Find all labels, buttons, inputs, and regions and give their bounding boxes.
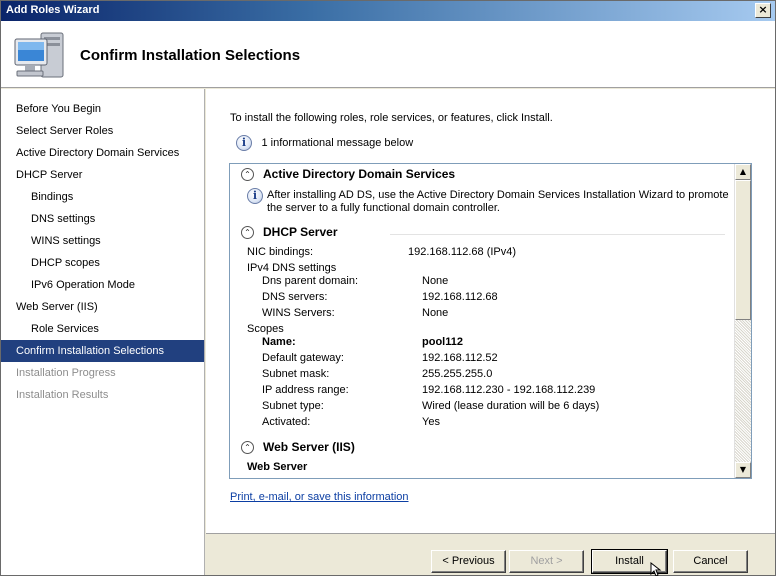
section-header-dhcp: ⌃ DHCP Server bbox=[230, 223, 735, 243]
step-select-server-roles[interactable]: Select Server Roles bbox=[1, 120, 204, 142]
step-dhcp-scopes[interactable]: DHCP scopes bbox=[1, 252, 204, 274]
close-button[interactable]: × bbox=[755, 3, 771, 18]
scroll-thumb[interactable] bbox=[735, 180, 751, 320]
ad-ds-info-icon: i bbox=[247, 188, 263, 204]
scopes-group: Scopes bbox=[247, 323, 284, 335]
previous-button[interactable]: < Previous bbox=[431, 550, 506, 573]
subnet-mask-label: Subnet mask: bbox=[262, 368, 330, 380]
title-bar[interactable]: Add Roles Wizard × bbox=[1, 1, 775, 21]
section-title-iis: Web Server (IIS) bbox=[263, 440, 355, 454]
section-iis: ⌃ Web Server (IIS) bbox=[230, 438, 735, 458]
section-header-iis: ⌃ Web Server (IIS) bbox=[230, 438, 735, 458]
step-installation-results: Installation Results bbox=[16, 389, 109, 401]
dns-servers-label: DNS servers: bbox=[262, 291, 328, 303]
gateway-value: 192.168.112.52 bbox=[422, 352, 498, 364]
server-computer-icon bbox=[14, 32, 64, 78]
scope-name-label: Name: bbox=[262, 336, 296, 348]
main-content: To install the following roles, role ser… bbox=[206, 89, 775, 533]
add-roles-wizard-window: Add Roles Wizard × Confirm Installation … bbox=[0, 0, 776, 576]
wins-servers-value: None bbox=[422, 307, 449, 319]
section-dhcp: ⌃ DHCP Server bbox=[230, 223, 735, 243]
nic-bindings-value: 192.168.112.68 (IPv4) bbox=[408, 246, 517, 258]
step-list: Before You Begin Select Server Roles Act… bbox=[1, 98, 204, 406]
section-header-ad-ds: ⌃ Active Directory Domain Services bbox=[230, 165, 735, 185]
info-icon: i bbox=[236, 135, 252, 151]
collapse-ad-ds-icon[interactable]: ⌃ bbox=[241, 168, 254, 181]
intro-text: To install the following roles, role ser… bbox=[230, 112, 553, 124]
cancel-button[interactable]: Cancel bbox=[673, 550, 748, 573]
vertical-scrollbar[interactable]: ▲ ▼ bbox=[734, 164, 751, 478]
ad-ds-message-line1: After installing AD DS, use the Active D… bbox=[267, 189, 729, 201]
section-title-dhcp: DHCP Server bbox=[263, 225, 338, 239]
window-title: Add Roles Wizard bbox=[6, 4, 100, 16]
scroll-up-button[interactable]: ▲ bbox=[735, 164, 751, 180]
wins-servers-label: WINS Servers: bbox=[262, 307, 335, 319]
page-heading: Confirm Installation Selections bbox=[80, 47, 301, 64]
wizard-step-sidebar: Before You Begin Select Server Roles Act… bbox=[1, 89, 205, 575]
wizard-footer: < Previous Next > Install Cancel bbox=[206, 533, 775, 575]
scroll-track[interactable] bbox=[735, 320, 751, 462]
subnet-type-label: Subnet type: bbox=[262, 400, 324, 412]
wizard-header: Confirm Installation Selections bbox=[1, 21, 775, 88]
step-role-services[interactable]: Role Services bbox=[1, 318, 204, 340]
step-web-server-iis[interactable]: Web Server (IIS) bbox=[1, 296, 204, 318]
activated-value: Yes bbox=[422, 416, 440, 428]
info-count-text: 1 informational message below bbox=[261, 137, 414, 149]
subnet-mask-value: 255.255.255.0 bbox=[422, 368, 493, 380]
scroll-down-button[interactable]: ▼ bbox=[735, 462, 751, 478]
ip-range-value: 192.168.112.230 - 192.168.112.239 bbox=[422, 384, 596, 396]
step-ad-domain-services[interactable]: Active Directory Domain Services bbox=[1, 142, 204, 164]
mouse-pointer-icon bbox=[650, 562, 662, 576]
step-wins-settings[interactable]: WINS settings bbox=[1, 230, 204, 252]
print-email-save-link[interactable]: Print, e-mail, or save this information bbox=[230, 491, 409, 503]
step-dns-settings[interactable]: DNS settings bbox=[1, 208, 204, 230]
step-confirm-installation-selections[interactable]: Confirm Installation Selections bbox=[1, 340, 204, 362]
dns-parent-label: Dns parent domain: bbox=[262, 275, 358, 287]
scope-name-value: pool112 bbox=[422, 336, 463, 348]
ad-ds-message-line2: the server to a fully functional domain … bbox=[267, 202, 500, 214]
dns-servers-value: 192.168.112.68 bbox=[422, 291, 498, 303]
info-summary: i 1 informational message below bbox=[236, 135, 413, 153]
step-bindings[interactable]: Bindings bbox=[1, 186, 204, 208]
selections-content: ⌃ Active Directory Domain Services i Aft… bbox=[230, 164, 735, 478]
activated-label: Activated: bbox=[262, 416, 311, 428]
subnet-type-value: Wired (lease duration will be 6 days) bbox=[422, 400, 600, 412]
section-ad-ds: ⌃ Active Directory Domain Services bbox=[230, 165, 735, 185]
step-before-you-begin[interactable]: Before You Begin bbox=[1, 98, 204, 120]
selections-pane[interactable]: ⌃ Active Directory Domain Services i Aft… bbox=[229, 163, 752, 479]
section-divider bbox=[390, 234, 725, 235]
ipv4-dns-group: IPv4 DNS settings bbox=[247, 262, 337, 274]
nic-bindings-label: NIC bindings: bbox=[247, 246, 314, 258]
step-ipv6-operation-mode[interactable]: IPv6 Operation Mode bbox=[1, 274, 204, 296]
gateway-label: Default gateway: bbox=[262, 352, 344, 364]
collapse-dhcp-icon[interactable]: ⌃ bbox=[241, 226, 254, 239]
section-title-ad-ds: Active Directory Domain Services bbox=[263, 167, 456, 181]
collapse-iis-icon[interactable]: ⌃ bbox=[241, 441, 254, 454]
step-dhcp-server[interactable]: DHCP Server bbox=[1, 164, 204, 186]
next-button: Next > bbox=[509, 550, 584, 573]
dns-parent-value: None bbox=[422, 275, 449, 287]
step-installation-progress: Installation Progress bbox=[16, 367, 116, 379]
iis-web-server-heading: Web Server bbox=[247, 461, 308, 473]
ip-range-label: IP address range: bbox=[262, 384, 349, 396]
